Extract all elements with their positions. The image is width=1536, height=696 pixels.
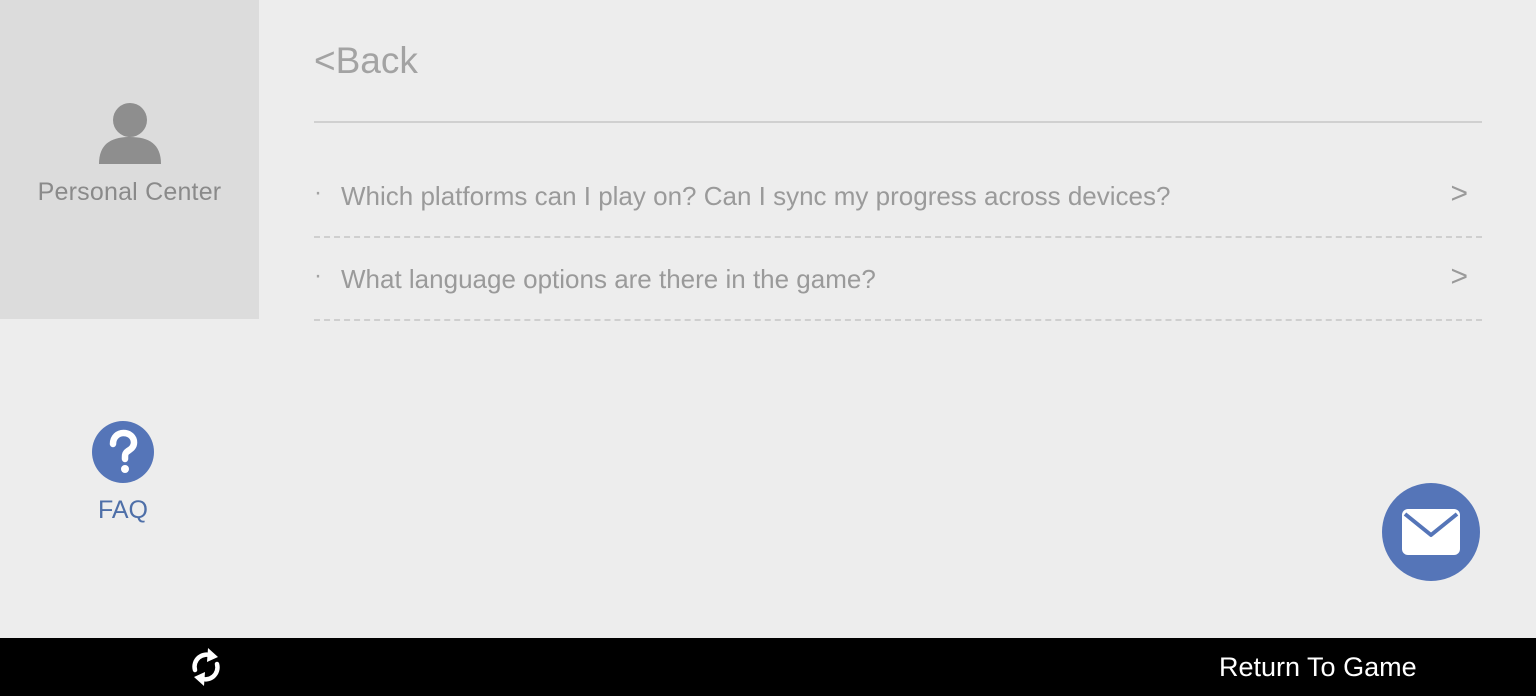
refresh-icon[interactable] <box>186 645 226 689</box>
bullet: · <box>314 262 322 289</box>
chevron-right-icon: > <box>1450 177 1468 210</box>
person-icon <box>98 103 161 164</box>
faq-button[interactable]: FAQ <box>0 420 246 525</box>
return-to-game-button[interactable]: Return To Game <box>1219 652 1417 683</box>
personal-center-label: Personal Center <box>37 178 222 206</box>
bottom-bar: Return To Game <box>0 638 1536 696</box>
chevron-right-icon: > <box>1450 260 1468 293</box>
contact-mail-button[interactable] <box>1382 483 1480 581</box>
back-button[interactable]: <Back <box>314 40 418 82</box>
faq-question: What language options are there in the g… <box>341 264 876 294</box>
envelope-icon <box>1402 509 1460 555</box>
bullet: · <box>314 179 322 206</box>
question-circle-icon <box>92 421 154 483</box>
faq-list: · Which platforms can I play on? Can I s… <box>314 155 1482 321</box>
faq-question: Which platforms can I play on? Can I syn… <box>341 181 1171 211</box>
divider <box>314 121 1482 123</box>
faq-label: FAQ <box>97 496 148 524</box>
faq-item[interactable]: · What language options are there in the… <box>314 238 1482 321</box>
personal-center-button[interactable]: Personal Center <box>0 0 259 319</box>
faq-item[interactable]: · Which platforms can I play on? Can I s… <box>314 155 1482 238</box>
